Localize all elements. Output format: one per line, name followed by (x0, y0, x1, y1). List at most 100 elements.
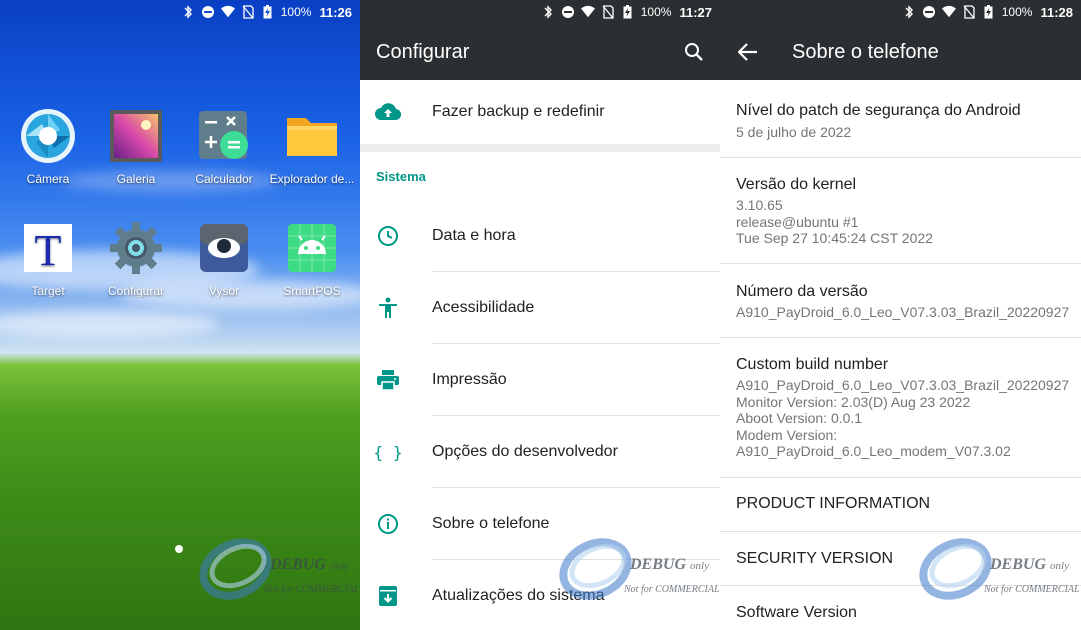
app-smartpos[interactable]: SmartPOS (268, 220, 356, 298)
about-item-value: Monitor Version: 2.03(D) Aug 23 2022 (736, 393, 971, 410)
info-icon (360, 513, 416, 535)
about-item-custom-build[interactable]: Custom build number A910_PayDroid_6.0_Le… (720, 356, 1081, 460)
app-label: Câmera (26, 172, 70, 186)
settings-item-label: Fazer backup e redefinir (432, 103, 605, 120)
android-icon (284, 220, 340, 276)
about-item-build-number[interactable]: Número da versão A910_PayDroid_6.0_Leo_V… (720, 283, 1081, 321)
settings-item-backup[interactable]: Fazer backup e redefinir (360, 80, 720, 144)
app-camera[interactable]: Câmera (4, 108, 92, 186)
bluetooth-icon (181, 5, 195, 19)
app-label: Explorador de... (269, 172, 355, 186)
clock-icon (360, 225, 416, 247)
about-item-title: Nível do patch de segurança do Android (736, 102, 1021, 119)
debug-watermark: DEBUG only Not for COMMERCIAL (189, 526, 360, 612)
about-item-title: Software Version (736, 604, 857, 621)
app-target[interactable]: T Target (4, 220, 92, 298)
about-item-kernel-version[interactable]: Versão do kernel 3.10.65 release@ubuntu … (720, 176, 1081, 247)
settings-gear-icon (108, 220, 164, 276)
about-item-value: Tue Sep 27 10:45:24 CST 2022 (736, 230, 933, 246)
settings-item-accessibility[interactable]: Acessibilidade (360, 272, 720, 344)
section-header-system: Sistema (376, 169, 426, 184)
about-item-value: 3.10.65 (736, 197, 783, 213)
clock: 11:27 (679, 4, 712, 20)
debug-watermark: DEBUG only Not for COMMERCIAL (909, 526, 1081, 612)
bluetooth-icon (902, 5, 916, 19)
settings-item-developer-options[interactable]: { } Opções do desenvolvedor (360, 416, 720, 488)
back-arrow-icon[interactable] (720, 24, 776, 80)
section-divider (360, 144, 720, 152)
about-item-software-version[interactable]: Software Version (720, 604, 1081, 622)
app-gallery[interactable]: Galeria (92, 108, 180, 186)
debug-watermark: DEBUG only Not for COMMERCIAL (549, 526, 720, 612)
page-title: Configurar (376, 40, 470, 63)
do-not-disturb-icon (201, 5, 215, 19)
about-item-title: Número da versão (736, 283, 868, 300)
list-divider (720, 157, 1081, 158)
clock: 11:26 (319, 4, 352, 20)
page-title: Sobre o telefone (792, 40, 939, 63)
settings-item-label: Sobre o telefone (432, 515, 550, 532)
accessibility-icon (360, 297, 416, 319)
app-label: Vysor (208, 284, 240, 298)
about-item-security-patch[interactable]: Nível do patch de segurança do Android 5… (720, 102, 1081, 141)
app-label: Target (31, 284, 65, 298)
folder-icon (284, 108, 340, 164)
settings-item-label: Data e hora (432, 227, 516, 244)
search-icon[interactable] (682, 40, 706, 64)
battery-charging-icon (261, 5, 275, 19)
wifi-icon (580, 5, 595, 19)
app-bar: Configurar (360, 24, 720, 80)
do-not-disturb-icon (922, 5, 936, 19)
camera-icon (20, 108, 76, 164)
code-braces-icon: { } (373, 442, 403, 462)
status-bar: 100% 11:26 (0, 0, 360, 24)
gallery-icon (108, 108, 164, 164)
app-bar: Sobre o telefone (720, 24, 1081, 80)
bluetooth-icon (541, 5, 555, 19)
list-divider (720, 477, 1081, 478)
list-divider (720, 263, 1081, 264)
system-update-icon (360, 586, 416, 606)
calculator-icon (196, 108, 252, 164)
battery-percent: 100% (1001, 5, 1033, 19)
page-indicator (175, 545, 183, 553)
list-divider (720, 531, 1081, 532)
status-bar: 100% 11:27 (360, 0, 720, 24)
about-item-title: Custom build number (736, 356, 889, 373)
clock: 11:28 (1040, 4, 1073, 20)
about-item-value: A910_PayDroid_6.0_Leo_V07.3.03_Brazil_20… (736, 304, 1070, 320)
target-app-icon: T (20, 220, 76, 276)
battery-charging-icon (621, 5, 635, 19)
wallpaper (0, 0, 360, 630)
about-item-title: Versão do kernel (736, 176, 857, 193)
app-vysor[interactable]: Vysor (180, 220, 268, 298)
app-label: SmartPOS (283, 284, 341, 298)
no-sim-icon (241, 5, 255, 19)
settings-item-label: Impressão (432, 371, 507, 388)
settings-item-label: Opções do desenvolvedor (432, 443, 618, 460)
about-item-product-information[interactable]: PRODUCT INFORMATION (720, 495, 1081, 513)
status-bar: 100% 11:28 (720, 0, 1081, 24)
app-calculator[interactable]: Calculador (180, 108, 268, 186)
settings-item-label: Acessibilidade (432, 299, 535, 316)
app-file-explorer[interactable]: Explorador de... (268, 108, 356, 186)
settings-item-date-time[interactable]: Data e hora (360, 200, 720, 272)
wifi-icon (941, 5, 956, 19)
no-sim-icon (962, 5, 976, 19)
cloud-upload-icon (360, 103, 416, 121)
battery-percent: 100% (280, 5, 312, 19)
no-sim-icon (601, 5, 615, 19)
vysor-icon (196, 220, 252, 276)
about-phone-screen: 100% 11:28 Sobre o telefone Nível do pat… (720, 0, 1081, 630)
about-item-value: Modem Version: (736, 426, 838, 443)
svg-text:T: T (35, 226, 62, 275)
app-settings[interactable]: Configurar (92, 220, 180, 298)
about-item-value: 5 de julho de 2022 (736, 124, 852, 140)
battery-charging-icon (982, 5, 996, 19)
settings-screen: 100% 11:27 Configurar Fazer backup e red… (360, 0, 720, 630)
about-item-value: A910_PayDroid_6.0_Leo_V07.3.03_Brazil_20… (736, 377, 1070, 393)
about-item-value: A910_PayDroid_6.0_Leo_modem_V07.3.02 (736, 443, 1011, 459)
wifi-icon (220, 5, 235, 19)
app-label: Calculador (195, 172, 253, 186)
settings-item-printing[interactable]: Impressão (360, 344, 720, 416)
